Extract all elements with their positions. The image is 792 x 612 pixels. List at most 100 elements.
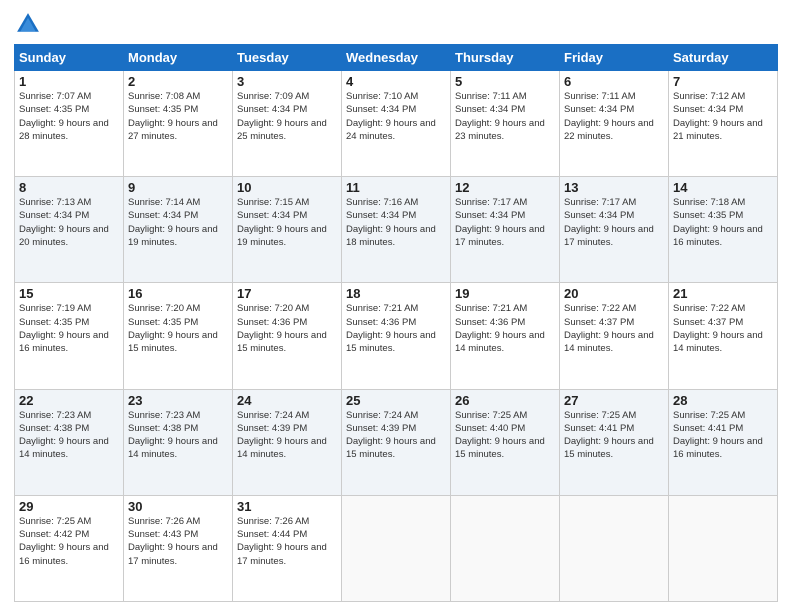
day-info: Sunrise: 7:20 AM Sunset: 4:36 PM Dayligh… [237,302,337,355]
week-row-4: 22 Sunrise: 7:23 AM Sunset: 4:38 PM Dayl… [15,389,778,495]
logo-icon [14,10,42,38]
day-number: 31 [237,499,337,514]
day-info: Sunrise: 7:07 AM Sunset: 4:35 PM Dayligh… [19,90,119,143]
logo [14,10,46,38]
day-info: Sunrise: 7:10 AM Sunset: 4:34 PM Dayligh… [346,90,446,143]
page: SundayMondayTuesdayWednesdayThursdayFrid… [0,0,792,612]
day-info: Sunrise: 7:24 AM Sunset: 4:39 PM Dayligh… [237,409,337,462]
day-info: Sunrise: 7:17 AM Sunset: 4:34 PM Dayligh… [564,196,664,249]
day-info: Sunrise: 7:24 AM Sunset: 4:39 PM Dayligh… [346,409,446,462]
day-info: Sunrise: 7:22 AM Sunset: 4:37 PM Dayligh… [673,302,773,355]
day-number: 22 [19,393,119,408]
day-number: 5 [455,74,555,89]
day-number: 28 [673,393,773,408]
day-info: Sunrise: 7:11 AM Sunset: 4:34 PM Dayligh… [564,90,664,143]
weekday-header-row: SundayMondayTuesdayWednesdayThursdayFrid… [15,45,778,71]
day-number: 30 [128,499,228,514]
day-number: 17 [237,286,337,301]
day-cell: 27 Sunrise: 7:25 AM Sunset: 4:41 PM Dayl… [560,389,669,495]
day-cell: 12 Sunrise: 7:17 AM Sunset: 4:34 PM Dayl… [451,177,560,283]
day-number: 4 [346,74,446,89]
day-cell: 22 Sunrise: 7:23 AM Sunset: 4:38 PM Dayl… [15,389,124,495]
day-cell [342,495,451,601]
weekday-header-friday: Friday [560,45,669,71]
day-cell: 10 Sunrise: 7:15 AM Sunset: 4:34 PM Dayl… [233,177,342,283]
day-cell [451,495,560,601]
day-number: 2 [128,74,228,89]
day-cell: 24 Sunrise: 7:24 AM Sunset: 4:39 PM Dayl… [233,389,342,495]
day-number: 25 [346,393,446,408]
day-info: Sunrise: 7:18 AM Sunset: 4:35 PM Dayligh… [673,196,773,249]
day-number: 3 [237,74,337,89]
day-number: 7 [673,74,773,89]
day-number: 27 [564,393,664,408]
day-cell: 6 Sunrise: 7:11 AM Sunset: 4:34 PM Dayli… [560,71,669,177]
day-cell: 18 Sunrise: 7:21 AM Sunset: 4:36 PM Dayl… [342,283,451,389]
day-cell [669,495,778,601]
day-cell: 5 Sunrise: 7:11 AM Sunset: 4:34 PM Dayli… [451,71,560,177]
day-info: Sunrise: 7:26 AM Sunset: 4:43 PM Dayligh… [128,515,228,568]
day-number: 18 [346,286,446,301]
day-cell: 17 Sunrise: 7:20 AM Sunset: 4:36 PM Dayl… [233,283,342,389]
weekday-header-thursday: Thursday [451,45,560,71]
weekday-header-wednesday: Wednesday [342,45,451,71]
day-cell: 28 Sunrise: 7:25 AM Sunset: 4:41 PM Dayl… [669,389,778,495]
day-number: 20 [564,286,664,301]
day-number: 1 [19,74,119,89]
day-cell: 23 Sunrise: 7:23 AM Sunset: 4:38 PM Dayl… [124,389,233,495]
day-info: Sunrise: 7:09 AM Sunset: 4:34 PM Dayligh… [237,90,337,143]
day-info: Sunrise: 7:15 AM Sunset: 4:34 PM Dayligh… [237,196,337,249]
day-cell: 31 Sunrise: 7:26 AM Sunset: 4:44 PM Dayl… [233,495,342,601]
day-cell: 2 Sunrise: 7:08 AM Sunset: 4:35 PM Dayli… [124,71,233,177]
day-info: Sunrise: 7:12 AM Sunset: 4:34 PM Dayligh… [673,90,773,143]
day-info: Sunrise: 7:11 AM Sunset: 4:34 PM Dayligh… [455,90,555,143]
day-number: 29 [19,499,119,514]
day-number: 14 [673,180,773,195]
day-info: Sunrise: 7:25 AM Sunset: 4:41 PM Dayligh… [673,409,773,462]
day-cell: 29 Sunrise: 7:25 AM Sunset: 4:42 PM Dayl… [15,495,124,601]
day-info: Sunrise: 7:26 AM Sunset: 4:44 PM Dayligh… [237,515,337,568]
day-number: 6 [564,74,664,89]
week-row-3: 15 Sunrise: 7:19 AM Sunset: 4:35 PM Dayl… [15,283,778,389]
day-cell: 21 Sunrise: 7:22 AM Sunset: 4:37 PM Dayl… [669,283,778,389]
day-info: Sunrise: 7:25 AM Sunset: 4:41 PM Dayligh… [564,409,664,462]
day-cell: 20 Sunrise: 7:22 AM Sunset: 4:37 PM Dayl… [560,283,669,389]
weekday-header-sunday: Sunday [15,45,124,71]
day-cell [560,495,669,601]
day-info: Sunrise: 7:22 AM Sunset: 4:37 PM Dayligh… [564,302,664,355]
day-cell: 16 Sunrise: 7:20 AM Sunset: 4:35 PM Dayl… [124,283,233,389]
day-cell: 9 Sunrise: 7:14 AM Sunset: 4:34 PM Dayli… [124,177,233,283]
day-cell: 4 Sunrise: 7:10 AM Sunset: 4:34 PM Dayli… [342,71,451,177]
day-cell: 30 Sunrise: 7:26 AM Sunset: 4:43 PM Dayl… [124,495,233,601]
day-info: Sunrise: 7:25 AM Sunset: 4:42 PM Dayligh… [19,515,119,568]
day-cell: 1 Sunrise: 7:07 AM Sunset: 4:35 PM Dayli… [15,71,124,177]
day-cell: 11 Sunrise: 7:16 AM Sunset: 4:34 PM Dayl… [342,177,451,283]
day-number: 23 [128,393,228,408]
day-number: 11 [346,180,446,195]
weekday-header-tuesday: Tuesday [233,45,342,71]
day-number: 19 [455,286,555,301]
week-row-5: 29 Sunrise: 7:25 AM Sunset: 4:42 PM Dayl… [15,495,778,601]
day-number: 24 [237,393,337,408]
weekday-header-saturday: Saturday [669,45,778,71]
day-info: Sunrise: 7:21 AM Sunset: 4:36 PM Dayligh… [346,302,446,355]
day-number: 26 [455,393,555,408]
day-info: Sunrise: 7:19 AM Sunset: 4:35 PM Dayligh… [19,302,119,355]
day-number: 9 [128,180,228,195]
day-cell: 13 Sunrise: 7:17 AM Sunset: 4:34 PM Dayl… [560,177,669,283]
day-info: Sunrise: 7:25 AM Sunset: 4:40 PM Dayligh… [455,409,555,462]
day-cell: 3 Sunrise: 7:09 AM Sunset: 4:34 PM Dayli… [233,71,342,177]
day-cell: 26 Sunrise: 7:25 AM Sunset: 4:40 PM Dayl… [451,389,560,495]
day-info: Sunrise: 7:20 AM Sunset: 4:35 PM Dayligh… [128,302,228,355]
week-row-2: 8 Sunrise: 7:13 AM Sunset: 4:34 PM Dayli… [15,177,778,283]
week-row-1: 1 Sunrise: 7:07 AM Sunset: 4:35 PM Dayli… [15,71,778,177]
day-number: 16 [128,286,228,301]
day-cell: 8 Sunrise: 7:13 AM Sunset: 4:34 PM Dayli… [15,177,124,283]
calendar-table: SundayMondayTuesdayWednesdayThursdayFrid… [14,44,778,602]
day-cell: 14 Sunrise: 7:18 AM Sunset: 4:35 PM Dayl… [669,177,778,283]
day-cell: 15 Sunrise: 7:19 AM Sunset: 4:35 PM Dayl… [15,283,124,389]
day-info: Sunrise: 7:08 AM Sunset: 4:35 PM Dayligh… [128,90,228,143]
day-number: 13 [564,180,664,195]
day-info: Sunrise: 7:13 AM Sunset: 4:34 PM Dayligh… [19,196,119,249]
day-info: Sunrise: 7:16 AM Sunset: 4:34 PM Dayligh… [346,196,446,249]
